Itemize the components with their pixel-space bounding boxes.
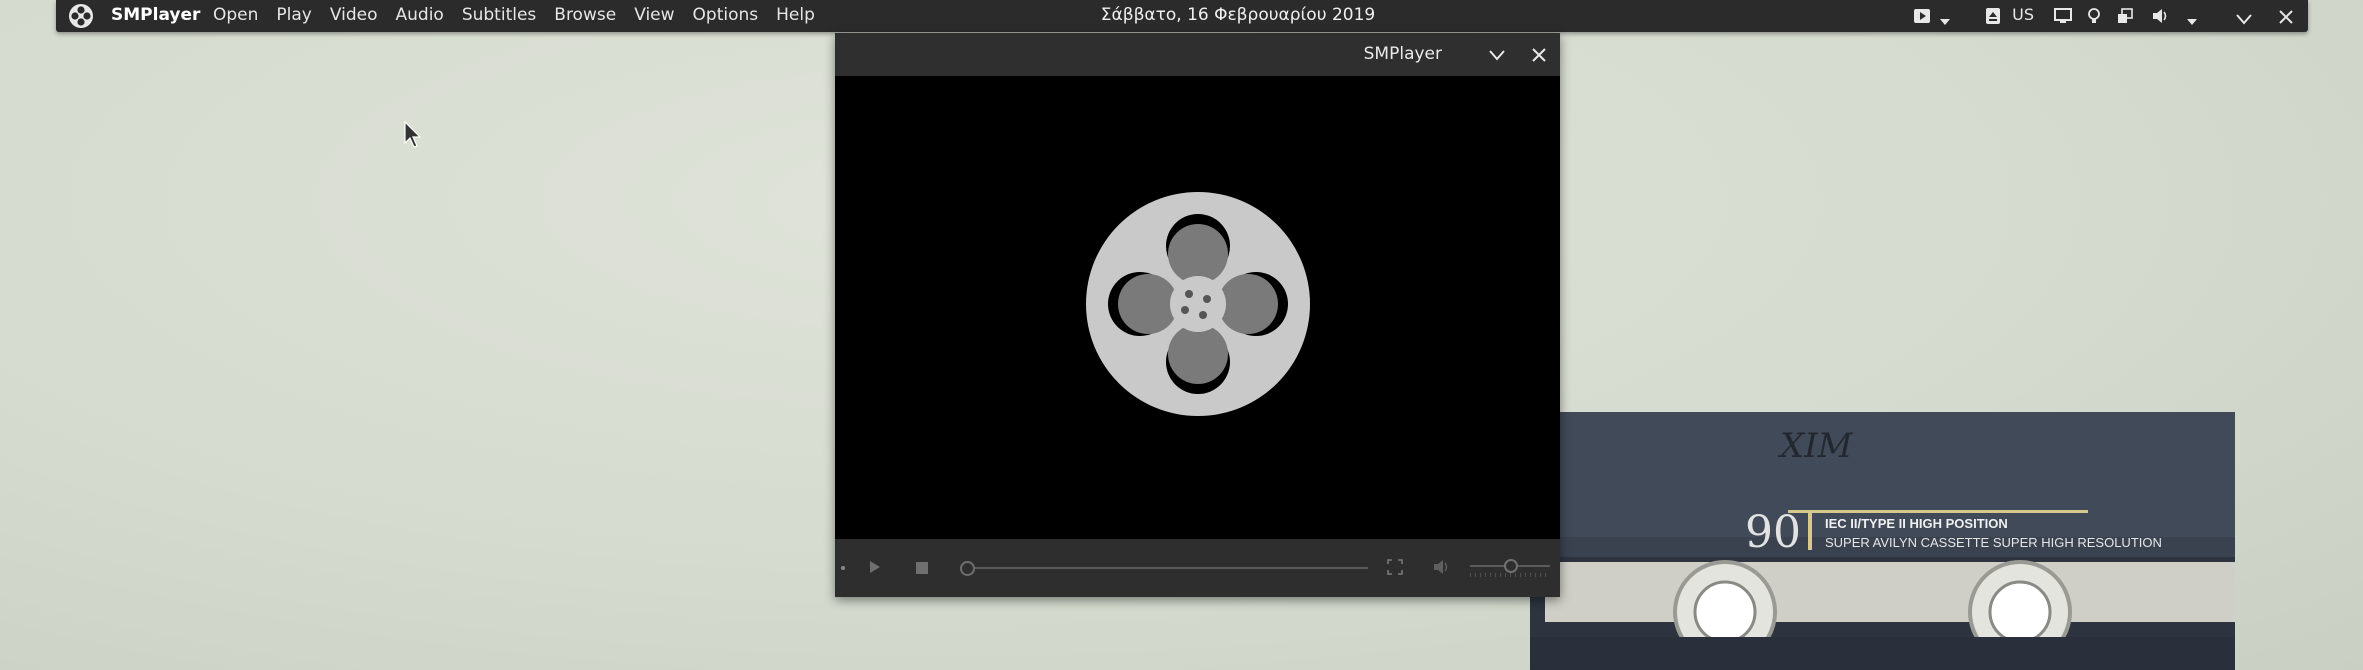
fullscreen-icon[interactable] [1387, 559, 1403, 575]
keyboard-layout-indicator[interactable]: US [2012, 5, 2034, 25]
app-menu: Open Play Video Audio Subtitles Browse V… [204, 5, 824, 25]
cassette-handwriting: XIM [1777, 426, 1854, 466]
menu-help[interactable]: Help [767, 5, 824, 25]
lightbulb-icon[interactable] [2087, 6, 2101, 26]
media-play-icon[interactable] [1913, 6, 1931, 26]
control-bar [835, 539, 1560, 597]
app-name[interactable]: SMPlayer [111, 5, 200, 25]
minimize-chevron-icon[interactable] [1484, 42, 1510, 68]
system-tray: US [1898, 0, 2308, 32]
clock[interactable]: Σάββατο, 16 Φεβρουαρίου 2019 [1062, 5, 1414, 25]
chevron-down-icon[interactable] [2186, 12, 2198, 32]
menu-options[interactable]: Options [684, 5, 768, 25]
window-title: SMPlayer [1363, 44, 1442, 64]
menu-play[interactable]: Play [267, 5, 320, 25]
film-reel-logo-icon [1086, 192, 1310, 416]
stop-icon[interactable] [915, 561, 929, 575]
menu-open[interactable]: Open [204, 5, 267, 25]
cassette-type: IEC II/TYPE II HIGH POSITION [1825, 516, 2008, 531]
close-icon[interactable] [1526, 42, 1552, 68]
menu-view[interactable]: View [625, 5, 683, 25]
chevron-down-icon[interactable] [2235, 9, 2253, 29]
window-titlebar[interactable]: SMPlayer [835, 33, 1560, 76]
smplayer-window: SMPlayer [835, 33, 1560, 597]
menu-subtitles[interactable]: Subtitles [453, 5, 545, 25]
play-icon[interactable] [867, 559, 883, 575]
close-icon[interactable] [2278, 7, 2294, 27]
menu-browse[interactable]: Browse [545, 5, 625, 25]
menu-audio[interactable]: Audio [387, 5, 453, 25]
chevron-down-icon[interactable] [1939, 12, 1951, 32]
cassette-number: 90 [1745, 507, 1801, 558]
video-area[interactable] [835, 76, 1560, 539]
seek-slider[interactable] [960, 559, 1380, 577]
menu-video[interactable]: Video [321, 5, 387, 25]
volume-slider[interactable] [1470, 557, 1555, 579]
smplayer-logo-icon[interactable] [68, 3, 94, 29]
cassette-wallpaper-image: 90 IEC II/TYPE II HIGH POSITION SUPER AV… [1530, 412, 2235, 670]
top-panel: SMPlayer Open Play Video Audio Subtitles… [56, 0, 2308, 32]
window-switch-icon[interactable] [2117, 6, 2133, 26]
volume-icon[interactable] [2151, 6, 2171, 26]
cassette-brand: SUPER AVILYN CASSETTE SUPER HIGH RESOLUT… [1825, 535, 2162, 550]
seek-handle[interactable] [960, 561, 975, 576]
volume-icon[interactable] [1433, 559, 1451, 575]
volume-handle[interactable] [1504, 559, 1518, 573]
eject-icon[interactable] [1985, 6, 2001, 26]
dot-icon [841, 566, 845, 570]
mouse-cursor-icon [404, 121, 422, 148]
display-icon[interactable] [2054, 6, 2072, 26]
